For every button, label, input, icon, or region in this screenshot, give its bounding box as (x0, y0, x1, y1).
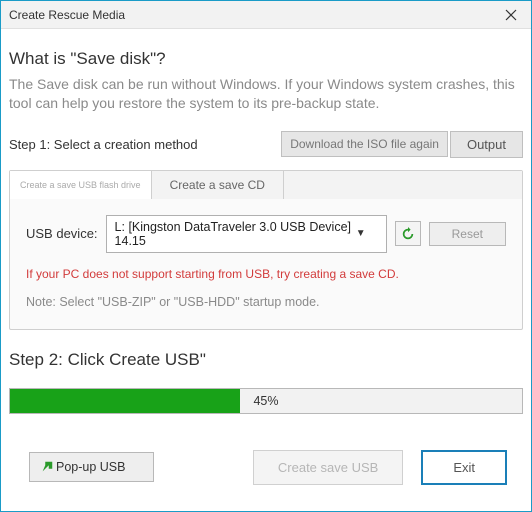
reset-button[interactable]: Reset (429, 222, 506, 246)
close-icon (505, 9, 517, 21)
creation-method-tabs: Create a save USB flash drive Create a s… (9, 170, 523, 330)
chevron-down-icon: ▼ (356, 228, 366, 239)
usb-device-select[interactable]: L: [Kingston DataTraveler 3.0 USB Device… (106, 215, 387, 253)
eject-arrow-icon (40, 460, 54, 474)
exit-button[interactable]: Exit (421, 450, 507, 485)
intro-description: The Save disk can be run without Windows… (9, 75, 523, 113)
step1-row: Step 1: Select a creation method Downloa… (9, 131, 523, 158)
right-bottom-buttons: Create save USB Exit (253, 450, 507, 485)
titlebar: Create Rescue Media (1, 1, 531, 29)
device-row: USB device: L: [Kingston DataTraveler 3.… (26, 215, 506, 253)
window-title: Create Rescue Media (9, 8, 125, 22)
step2-heading: Step 2: Click Create USB" (9, 350, 523, 370)
usb-device-label: USB device: (26, 226, 98, 241)
bottom-button-row: Pop-up USB Create save USB Exit (9, 450, 523, 489)
step1-controls: Download the ISO file again Output (281, 131, 523, 158)
popup-usb-label: Pop-up USB (56, 460, 125, 474)
output-button[interactable]: Output (450, 131, 523, 158)
progress-text: 45% (10, 389, 522, 413)
create-save-usb-button[interactable]: Create save USB (253, 450, 403, 485)
usb-warning-text: If your PC does not support starting fro… (26, 267, 506, 281)
refresh-icon (401, 227, 415, 241)
content-area: What is "Save disk"? The Save disk can b… (1, 29, 531, 511)
usb-tab-body: USB device: L: [Kingston DataTraveler 3.… (10, 199, 522, 329)
tab-headers: Create a save USB flash drive Create a s… (10, 171, 522, 199)
refresh-button[interactable] (395, 221, 421, 246)
close-button[interactable] (499, 3, 523, 27)
tab-cd[interactable]: Create a save CD (152, 171, 284, 199)
download-iso-button[interactable]: Download the ISO file again (281, 131, 448, 157)
progress-bar: 45% (9, 388, 523, 414)
step1-label: Step 1: Select a creation method (9, 137, 198, 152)
tab-usb[interactable]: Create a save USB flash drive (10, 171, 152, 199)
intro-heading: What is "Save disk"? (9, 49, 523, 69)
usb-device-value: L: [Kingston DataTraveler 3.0 USB Device… (115, 220, 356, 248)
usb-note-text: Note: Select "USB-ZIP" or "USB-HDD" star… (26, 295, 506, 309)
rescue-media-window: Create Rescue Media What is "Save disk"?… (0, 0, 532, 512)
popup-usb-button[interactable]: Pop-up USB (29, 452, 154, 482)
